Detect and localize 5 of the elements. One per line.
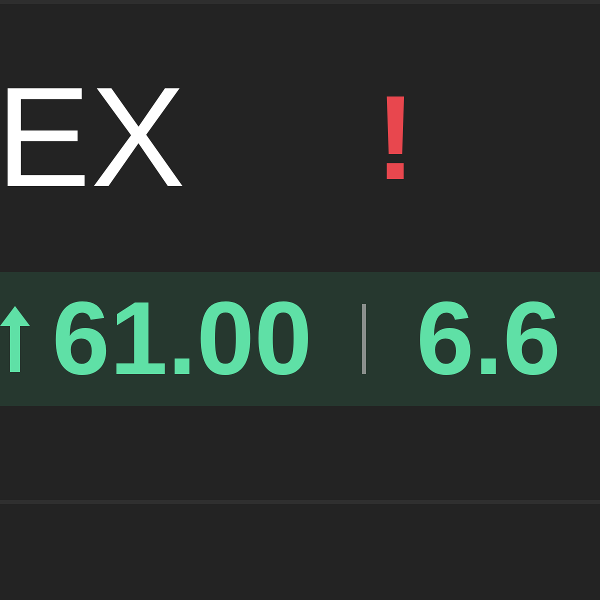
arrow-up-icon <box>0 304 30 374</box>
change-percent: 6.6 <box>416 287 561 391</box>
ticker-symbol: EX <box>0 67 186 209</box>
alert-mark: ! <box>375 78 416 198</box>
change-value: 61.00 <box>52 287 312 391</box>
